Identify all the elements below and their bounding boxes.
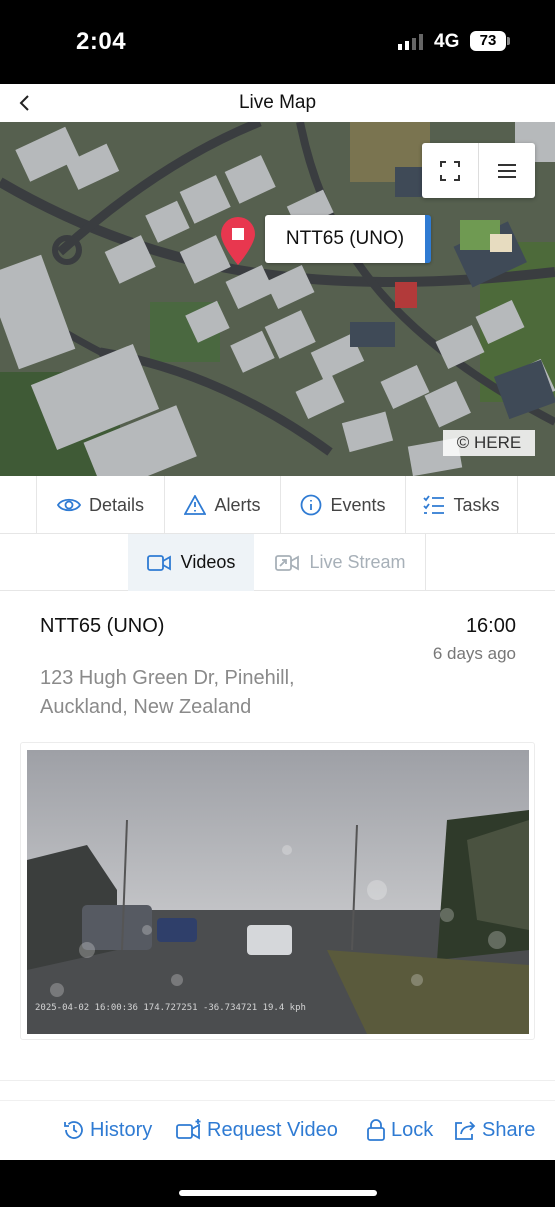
eye-icon: [56, 498, 81, 512]
checklist-icon: [423, 495, 445, 514]
tab-tasks-label: Tasks: [453, 494, 500, 515]
media-tabs: Videos Live Stream: [0, 534, 555, 591]
tab-details[interactable]: Details: [36, 476, 164, 534]
share-label: Share: [482, 1118, 536, 1141]
lock-label: Lock: [391, 1118, 434, 1141]
tab-live-stream-label: Live Stream: [309, 552, 406, 572]
map-controls: [422, 143, 535, 198]
tab-events[interactable]: Events: [280, 476, 405, 534]
warning-icon: [184, 495, 207, 515]
tab-tasks[interactable]: Tasks: [405, 476, 518, 534]
lock-icon: [367, 1119, 385, 1141]
event-relative-time: 6 days ago: [432, 644, 516, 663]
history-label: History: [90, 1118, 153, 1141]
home-area: [0, 1160, 555, 1207]
vehicle-map-label[interactable]: NTT65 (UNO): [265, 215, 431, 263]
map-attribution: © HERE: [443, 430, 535, 456]
page-title: Live Map: [238, 92, 317, 113]
live-stream-icon: [275, 554, 300, 571]
home-indicator[interactable]: [179, 1190, 377, 1196]
event-time: 16:00: [465, 615, 516, 637]
signal-icon: [398, 34, 423, 50]
tab-videos-label: Videos: [180, 552, 236, 572]
divider: [0, 1080, 555, 1081]
fullscreen-icon: [440, 160, 460, 181]
status-bar: 2:04 4G 73: [0, 0, 555, 84]
tab-events-label: Events: [330, 494, 386, 515]
dashcam-image: [27, 750, 529, 1034]
vehicle-pin-icon[interactable]: [219, 217, 257, 267]
history-icon: [64, 1121, 83, 1139]
tab-alerts-label: Alerts: [214, 494, 261, 515]
detail-tabs: Details Alerts Events Tasks: [0, 476, 555, 534]
tab-videos[interactable]: Videos: [128, 534, 254, 591]
battery-tip: [507, 37, 510, 45]
request-video-label: Request Video: [207, 1118, 338, 1141]
tab-alerts[interactable]: Alerts: [164, 476, 280, 534]
lock-button[interactable]: Lock: [366, 1113, 433, 1147]
action-bar: History Request Video Lock Share: [0, 1100, 555, 1160]
status-time: 2:04: [76, 28, 127, 55]
video-card[interactable]: 2025-04-02 16:00:36 174.727251 -36.73472…: [20, 742, 535, 1040]
request-video-icon: [176, 1119, 201, 1140]
share-button[interactable]: Share: [453, 1113, 535, 1147]
battery-level: 73: [479, 32, 497, 49]
network-label: 4G: [434, 31, 460, 52]
video-overlay-text: 2025-04-02 16:00:36 174.727251 -36.73472…: [35, 1003, 306, 1013]
history-button[interactable]: History: [63, 1113, 152, 1147]
menu-icon: [497, 163, 516, 178]
satellite-map[interactable]: NTT65 (UNO) © HERE: [0, 122, 555, 476]
fullscreen-button[interactable]: [422, 143, 478, 198]
event-vehicle-name: NTT65 (UNO): [40, 615, 165, 637]
request-video-button[interactable]: Request Video: [176, 1113, 338, 1147]
battery-icon: 73: [470, 31, 506, 51]
tab-live-stream[interactable]: Live Stream: [256, 534, 426, 591]
map-menu-button[interactable]: [478, 143, 534, 198]
header: Live Map: [0, 84, 555, 122]
share-icon: [455, 1121, 476, 1140]
video-thumbnail[interactable]: 2025-04-02 16:00:36 174.727251 -36.73472…: [27, 750, 529, 1034]
info-icon: [301, 494, 322, 516]
event-address: 123 Hugh Green Dr, Pinehill, Auckland, N…: [40, 667, 295, 718]
video-camera-icon: [146, 554, 171, 571]
tab-details-label: Details: [88, 494, 145, 515]
